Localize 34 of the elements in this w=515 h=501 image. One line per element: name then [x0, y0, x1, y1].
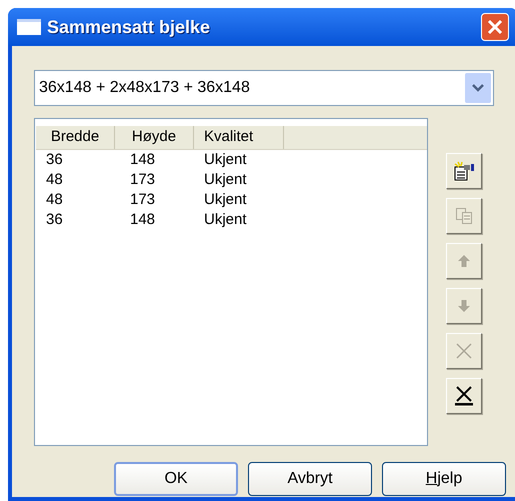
- dialog-button[interactable]: Hjelp: [382, 462, 506, 496]
- table-cell-text: Ukjent: [204, 150, 247, 170]
- table-cell-text: Ukjent: [204, 170, 247, 190]
- window-title: Sammensatt bjelke: [47, 16, 212, 39]
- table-cell-text: 148: [129, 210, 156, 230]
- table-cell-text: 36: [45, 150, 64, 170]
- close-icon: [487, 19, 503, 35]
- dialog-button[interactable]: OK: [114, 462, 238, 496]
- column-header[interactable]: Kvalitet: [194, 126, 284, 149]
- table-cell-text: Ukjent: [204, 190, 247, 210]
- table-cell-text: 173: [129, 190, 156, 210]
- window-icon: [17, 19, 41, 35]
- column-header[interactable]: Høyde: [115, 126, 194, 149]
- close-button[interactable]: [481, 13, 509, 41]
- cross-underline-icon: [454, 386, 474, 406]
- table-cell-text: 148: [129, 150, 156, 170]
- copy-icon: [455, 207, 473, 225]
- column-header[interactable]: Bredde: [36, 126, 115, 149]
- toolbar-button[interactable]: [446, 378, 482, 414]
- dropdown-button[interactable]: [465, 73, 491, 103]
- dimension-dropdown[interactable]: 36x148 + 2x48x173 + 36x148: [34, 70, 494, 106]
- table-cell-text: 48: [45, 170, 64, 190]
- dropdown-value: 36x148 + 2x48x173 + 36x148: [39, 78, 251, 98]
- toolbar-button[interactable]: [446, 153, 482, 189]
- table-cell-text: Ukjent: [204, 210, 247, 230]
- table-cell-text: 36: [45, 210, 64, 230]
- cross-icon: [455, 342, 473, 360]
- down-arrow-icon: [457, 299, 471, 313]
- dialog-button[interactable]: Avbryt: [248, 462, 372, 496]
- form-sparkle-icon: [453, 161, 475, 181]
- chevron-down-icon: [472, 84, 484, 92]
- table-cell-text: 173: [129, 170, 156, 190]
- up-arrow-icon: [457, 254, 471, 268]
- table-cell-text: 48: [45, 190, 64, 210]
